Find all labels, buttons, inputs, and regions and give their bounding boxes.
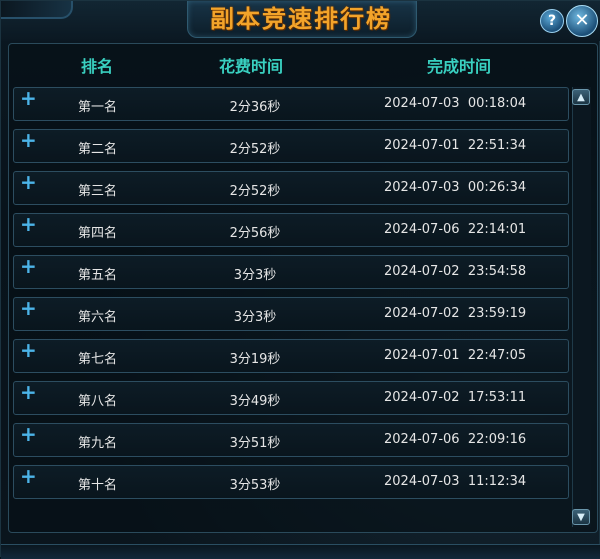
expand-plus-icon[interactable]: +	[20, 466, 37, 486]
completed-cell: 2024-07-02 17:53:11	[384, 390, 527, 405]
rank-cell: 第七名	[78, 352, 118, 367]
time-cell: 2分52秒	[229, 142, 281, 157]
table-row[interactable]: + 第六名 3分3秒 2024-07-02 23:59:19	[13, 297, 569, 331]
time-cell: 3分49秒	[229, 394, 281, 409]
expand-plus-icon[interactable]: +	[20, 298, 37, 318]
time-cell: 2分56秒	[229, 226, 281, 241]
expand-plus-icon[interactable]: +	[20, 172, 37, 192]
completed-cell: 2024-07-06 22:09:16	[384, 432, 527, 447]
expand-plus-icon[interactable]: +	[20, 340, 37, 360]
header-rank: 排名	[81, 57, 114, 76]
time-cell: 2分36秒	[229, 100, 281, 115]
table-header: 排名 花费时间 完成时间	[9, 44, 569, 84]
rank-cell: 第八名	[78, 394, 118, 409]
scroll-down-icon[interactable]: ▼	[572, 509, 590, 525]
expand-plus-icon[interactable]: +	[20, 424, 37, 444]
rank-cell: 第三名	[78, 184, 118, 199]
time-cell: 3分3秒	[233, 268, 277, 283]
expand-plus-icon[interactable]: +	[20, 130, 37, 150]
rank-cell: 第五名	[78, 268, 118, 283]
ranking-list: + 第一名 2分36秒 2024-07-03 00:18:04 + 第二名 2分…	[13, 87, 569, 507]
title-bar: 副本竞速排行榜 ? ✕	[1, 1, 600, 41]
rank-cell: 第四名	[78, 226, 118, 241]
completed-cell: 2024-07-01 22:47:05	[384, 348, 527, 363]
completed-cell: 2024-07-02 23:54:58	[384, 264, 527, 279]
table-row[interactable]: + 第八名 3分49秒 2024-07-02 17:53:11	[13, 381, 569, 415]
leaderboard-window: 副本竞速排行榜 ? ✕ 排名 花费时间 完成时间 + 第一名 2分36秒 202…	[0, 0, 600, 559]
time-cell: 3分51秒	[229, 436, 281, 451]
header-time-spent: 花费时间	[219, 57, 284, 76]
expand-plus-icon[interactable]: +	[20, 88, 37, 108]
expand-plus-icon[interactable]: +	[20, 214, 37, 234]
time-cell: 3分3秒	[233, 310, 277, 325]
completed-cell: 2024-07-02 23:59:19	[384, 306, 527, 321]
rank-cell: 第一名	[78, 100, 118, 115]
table-row[interactable]: + 第十名 3分53秒 2024-07-03 11:12:34	[13, 465, 569, 499]
completed-cell: 2024-07-06 22:14:01	[384, 222, 527, 237]
table-row[interactable]: + 第五名 3分3秒 2024-07-02 23:54:58	[13, 255, 569, 289]
rank-cell: 第十名	[78, 478, 118, 493]
close-icon[interactable]: ✕	[566, 5, 598, 37]
rank-cell: 第二名	[78, 142, 118, 157]
time-cell: 2分52秒	[229, 184, 281, 199]
table-row[interactable]: + 第四名 2分56秒 2024-07-06 22:14:01	[13, 213, 569, 247]
completed-cell: 2024-07-03 00:26:34	[384, 180, 527, 195]
table-row[interactable]: + 第二名 2分52秒 2024-07-01 22:51:34	[13, 129, 569, 163]
completed-cell: 2024-07-03 00:18:04	[384, 96, 527, 111]
expand-plus-icon[interactable]: +	[20, 256, 37, 276]
help-icon[interactable]: ?	[540, 9, 564, 33]
time-cell: 3分53秒	[229, 478, 281, 493]
scroll-up-icon[interactable]: ▲	[572, 89, 590, 105]
scrollbar-track[interactable]	[572, 87, 591, 527]
window-title: 副本竞速排行榜	[210, 5, 392, 33]
header-completion-time: 完成时间	[427, 57, 492, 76]
completed-cell: 2024-07-01 22:51:34	[384, 138, 527, 153]
table-row[interactable]: + 第一名 2分36秒 2024-07-03 00:18:04	[13, 87, 569, 121]
table-row[interactable]: + 第三名 2分52秒 2024-07-03 00:26:34	[13, 171, 569, 205]
time-cell: 3分19秒	[229, 352, 281, 367]
table-row[interactable]: + 第九名 3分51秒 2024-07-06 22:09:16	[13, 423, 569, 457]
completed-cell: 2024-07-03 11:12:34	[384, 474, 527, 489]
rank-cell: 第六名	[78, 310, 118, 325]
table-row[interactable]: + 第七名 3分19秒 2024-07-01 22:47:05	[13, 339, 569, 373]
rank-cell: 第九名	[78, 436, 118, 451]
corner-ornament	[1, 1, 73, 19]
expand-plus-icon[interactable]: +	[20, 382, 37, 402]
